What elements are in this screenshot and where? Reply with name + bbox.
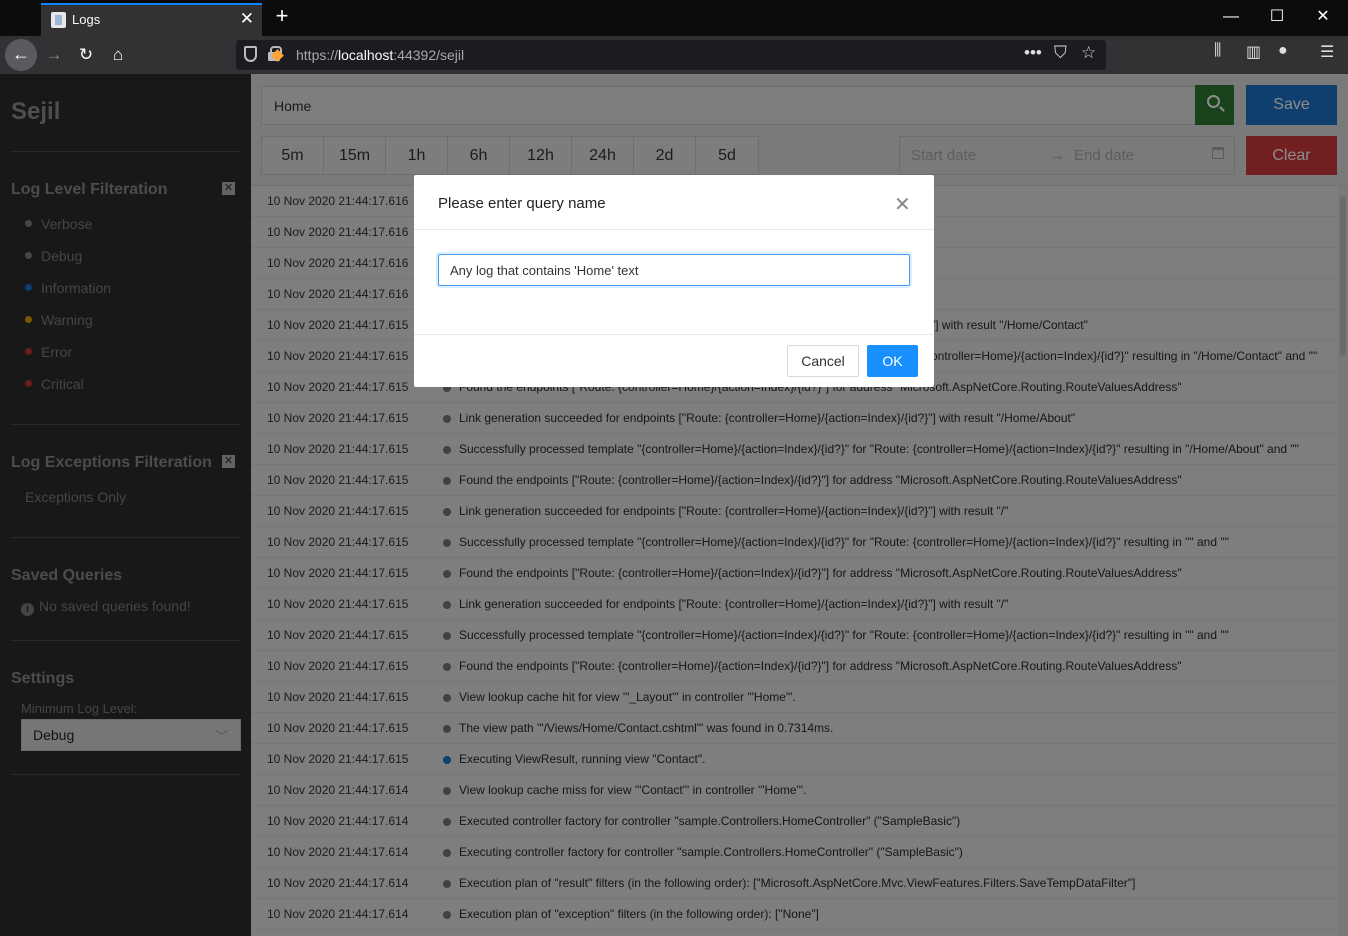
url-host: localhost bbox=[338, 47, 394, 63]
url-text[interactable]: https://localhost:44392/sejil bbox=[296, 47, 464, 63]
query-name-input[interactable] bbox=[438, 254, 910, 286]
address-bar[interactable]: https://localhost:44392/sejil ••• ⛉ ☆ bbox=[236, 40, 1106, 70]
pocket-icon[interactable]: ⛉ bbox=[1054, 43, 1067, 63]
library-icon[interactable]: ⫼ bbox=[1214, 42, 1221, 60]
page-icon bbox=[51, 12, 66, 28]
minimize-button[interactable]: — bbox=[1208, 0, 1254, 36]
divider bbox=[414, 334, 934, 335]
account-icon[interactable]: ● bbox=[1278, 42, 1288, 60]
back-button[interactable]: ← bbox=[5, 39, 37, 71]
tab-title: Logs bbox=[72, 12, 101, 27]
cancel-button[interactable]: Cancel bbox=[787, 345, 859, 377]
ok-button[interactable]: OK bbox=[867, 345, 918, 377]
insecure-lock-icon[interactable] bbox=[268, 46, 284, 62]
home-button[interactable]: ⌂ bbox=[105, 42, 131, 68]
more-actions-icon[interactable]: ••• bbox=[1024, 43, 1042, 63]
window-close-button[interactable]: ✕ bbox=[1300, 0, 1346, 36]
menu-icon[interactable]: ☰ bbox=[1320, 42, 1334, 62]
new-tab-button[interactable]: + bbox=[270, 4, 294, 30]
close-icon[interactable]: ✕ bbox=[240, 9, 254, 29]
url-path: :44392/sejil bbox=[393, 47, 465, 63]
url-scheme: https:// bbox=[296, 47, 339, 63]
reload-button[interactable]: ↻ bbox=[73, 42, 99, 68]
tab-bar: Logs ✕ + — ☐ ✕ bbox=[0, 0, 1348, 36]
maximize-button[interactable]: ☐ bbox=[1254, 0, 1300, 36]
bookmark-star-icon[interactable]: ☆ bbox=[1081, 43, 1096, 63]
close-icon[interactable]: ✕ bbox=[894, 192, 911, 217]
browser-tab[interactable]: Logs ✕ bbox=[41, 3, 262, 36]
divider bbox=[414, 229, 934, 230]
query-name-dialog: Please enter query name ✕ Cancel OK bbox=[414, 175, 934, 387]
shield-icon[interactable] bbox=[244, 46, 257, 62]
sidebar-toggle-icon[interactable]: ▥ bbox=[1246, 42, 1261, 62]
dialog-title: Please enter query name bbox=[438, 195, 606, 212]
forward-button[interactable]: → bbox=[41, 42, 67, 68]
navigation-bar: ← → ↻ ⌂ https://localhost:44392/sejil ••… bbox=[0, 36, 1348, 74]
